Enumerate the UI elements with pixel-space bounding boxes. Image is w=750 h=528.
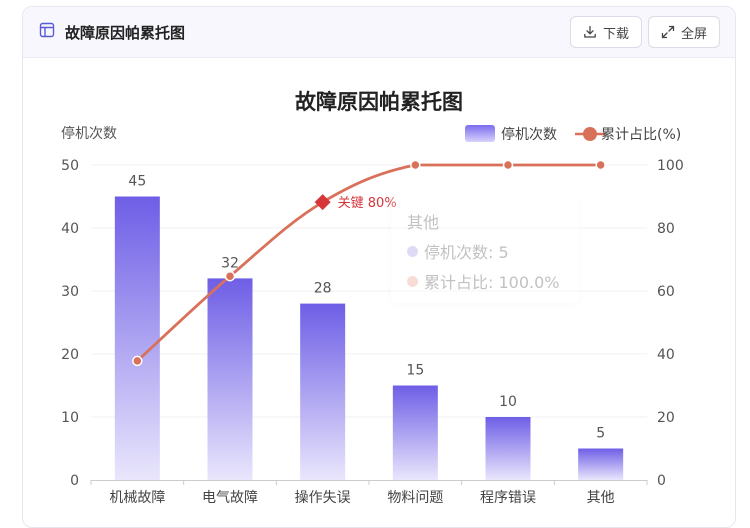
- x-tick-label: 操作失误: [295, 490, 351, 506]
- tooltip: 其他 停机次数: 5 累计占比: 100.0%: [391, 195, 579, 303]
- legend: 停机次数 累计占比(%): [465, 125, 681, 143]
- x-tick-label: 其他: [587, 490, 615, 506]
- line-point[interactable]: [132, 355, 143, 367]
- bar-value-label: 10: [499, 394, 517, 410]
- fullscreen-button[interactable]: 全屏: [647, 16, 720, 48]
- bar-value-label: 45: [128, 174, 146, 190]
- legend-line-label: 累计占比(%): [601, 127, 681, 143]
- header-actions: 下载 全屏: [569, 16, 720, 48]
- bar[interactable]: [392, 385, 438, 481]
- header-left: 故障原因帕累托图: [39, 22, 185, 43]
- y-axis-left: 0 10 20 30 40 50: [61, 158, 79, 489]
- tooltip-row-count: 停机次数: 5: [407, 239, 579, 263]
- y-tick-label: 20: [61, 347, 79, 363]
- legend-item-bars[interactable]: 停机次数: [465, 125, 557, 143]
- legend-bar-swatch: [465, 125, 495, 142]
- x-axis: 机械故障 电气故障 操作失误 物料问题 程序错误 其他: [90, 480, 648, 506]
- y-tick-label: 40: [61, 221, 79, 237]
- chart-title: 故障原因帕累托图: [295, 90, 463, 114]
- annotation-label: 关键 80%: [338, 196, 397, 211]
- bar[interactable]: [300, 303, 346, 480]
- download-button[interactable]: 下载: [569, 16, 642, 48]
- bar[interactable]: [207, 278, 253, 480]
- line-point[interactable]: [502, 159, 514, 171]
- y2-tick-label: 40: [657, 347, 675, 363]
- legend-line-marker: [583, 127, 597, 141]
- y2-tick-label: 80: [657, 221, 675, 237]
- bar[interactable]: [114, 196, 160, 481]
- y-tick-label: 0: [70, 473, 79, 489]
- x-tick-label: 物料问题: [387, 490, 443, 506]
- pareto-chart: 故障原因帕累托图 停机次数 停机次数 累计占比(%) 01020304050 0…: [61, 90, 684, 506]
- card-header: 故障原因帕累托图 下载 全屏: [23, 7, 735, 58]
- legend-item-line[interactable]: 累计占比(%): [575, 127, 681, 143]
- fullscreen-label: 全屏: [680, 26, 707, 42]
- line-point[interactable]: [595, 159, 606, 171]
- x-tick-label: 机械故障: [109, 490, 165, 506]
- y-tick-label: 30: [61, 284, 79, 300]
- line-point[interactable]: [410, 159, 421, 171]
- download-label: 下载: [602, 26, 629, 42]
- tooltip-row-cumulative: 累计占比: 100.0%: [407, 269, 579, 293]
- chart-card: 故障原因帕累托图 下载 全屏 故障原因帕累托图 停机次数 停机次数 累计占比(%…: [22, 6, 736, 528]
- y2-tick-label: 20: [657, 410, 675, 426]
- bar-value-label: 15: [406, 363, 424, 379]
- chart-area: 故障原因帕累托图 停机次数 停机次数 累计占比(%) 0 10 20 30 40 50 0…: [23, 58, 735, 518]
- tooltip-dot-icon: [407, 245, 418, 257]
- y-tick-label: 50: [61, 158, 79, 174]
- tooltip-count-text: 停机次数: 5: [424, 243, 509, 262]
- bar-value-label: 5: [596, 426, 605, 442]
- bar[interactable]: [485, 417, 531, 480]
- y2-tick-label: 100: [657, 158, 684, 174]
- y2-tick-label: 0: [657, 473, 666, 489]
- expand-icon: [661, 25, 675, 39]
- card-title: 故障原因帕累托图: [65, 23, 186, 42]
- x-tick-label: 程序错误: [480, 490, 536, 506]
- download-icon: [583, 25, 597, 39]
- tooltip-dot-icon: [407, 275, 418, 287]
- legend-bar-label: 停机次数: [501, 126, 557, 143]
- tooltip-title: 其他: [407, 213, 440, 232]
- y-tick-label: 10: [61, 410, 79, 426]
- bar[interactable]: [578, 448, 624, 481]
- line-point[interactable]: [224, 270, 236, 282]
- y-axis-right: 0 20 40 60 80 100: [657, 158, 684, 489]
- y-axis-label: 停机次数: [61, 125, 117, 142]
- bar-value-label: 28: [314, 281, 332, 297]
- x-tick-label: 电气故障: [202, 490, 258, 506]
- tooltip-cumulative-text: 累计占比: 100.0%: [424, 273, 560, 292]
- chart-icon: [39, 22, 55, 42]
- y2-tick-label: 60: [657, 284, 675, 300]
- annotation-diamond-icon: [314, 194, 331, 211]
- threshold-annotation: 关键 80%: [314, 194, 397, 211]
